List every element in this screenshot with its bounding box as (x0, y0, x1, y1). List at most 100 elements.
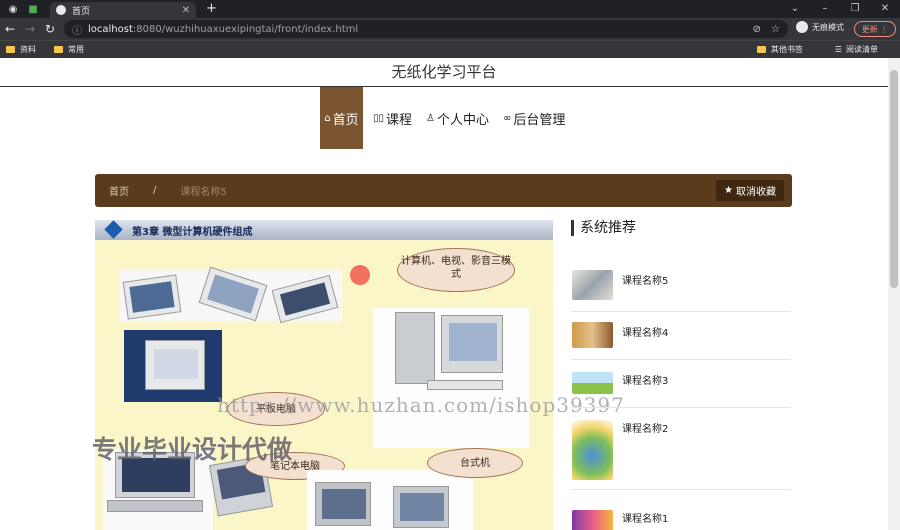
browser-tab-strip: ◉ ■ 首页 ✕ + ⌄ – ❐ ✕ (0, 0, 900, 18)
new-tab-button[interactable]: + (206, 1, 217, 16)
incognito-label: 无痕模式 (812, 22, 844, 32)
recommend-item[interactable]: 课程名称3 (571, 360, 791, 408)
bookmarks-bar: 资料 常用 其他书签 ☰ 阅读清单 (0, 40, 900, 58)
desktop-tower (395, 312, 435, 384)
slide-heading: 第3章 微型计算机硬件组成 (132, 227, 253, 238)
minimize-icon[interactable]: – (810, 0, 840, 18)
link-icon: ∞ (503, 112, 512, 124)
breadcrumb-current: 课程名称5 (180, 187, 227, 198)
watermark-overlay: 专业毕业设计代做 (92, 435, 293, 464)
address-bar-row: ← → ↻ ⓘ localhost :8080/wuzhihuaxuexipin… (0, 18, 900, 40)
incognito-indicator[interactable]: 无痕模式 (796, 21, 844, 33)
nav-profile[interactable]: ♙ 个人中心 (422, 87, 493, 149)
url-field[interactable]: ⓘ localhost :8080/wuzhihuaxuexipingtai/f… (64, 20, 788, 38)
url-path: :8080/wuzhihuaxuexipingtai/front/index.h… (132, 23, 359, 35)
callout-bubble: 台式机 (427, 448, 523, 478)
breadcrumb-separator: / (153, 185, 157, 196)
recommend-item[interactable]: 课程名称4 (571, 312, 791, 360)
course-name[interactable]: 课程名称3 (622, 372, 668, 387)
bookmark-folder-2[interactable]: 常用 (54, 44, 84, 55)
close-icon[interactable]: ✕ (182, 5, 190, 16)
home-icon: ⌂ (324, 112, 331, 124)
laptop-base (107, 500, 203, 512)
back-icon[interactable]: ← (0, 22, 20, 36)
callout-bubble: 计算机、电视、影音三模式 (397, 248, 515, 292)
unfavorite-label: 取消收藏 (736, 187, 776, 198)
keyboard (427, 380, 503, 390)
breadcrumb: 首页 / 课程名称5 ★ 取消收藏 (95, 174, 792, 207)
course-thumbnail[interactable] (572, 510, 613, 530)
recommend-item[interactable]: 课程名称5 (571, 250, 791, 312)
breadcrumb-home[interactable]: 首页 (109, 183, 129, 198)
browser-tab[interactable]: 首页 ✕ (50, 2, 196, 18)
reading-list-icon: ☰ (834, 45, 842, 54)
tab-title: 首页 (72, 6, 91, 17)
tablet-device (122, 274, 182, 320)
main-nav: ⌂ 首页 ▯▯ 课程 ♙ 个人中心 ∞ 后台管理 (320, 87, 575, 149)
desktop-monitor (315, 482, 371, 526)
bookmark-star-icon[interactable]: ☆ (771, 24, 780, 35)
folder-icon (54, 46, 63, 53)
nav-label: 后台管理 (513, 112, 566, 128)
book-icon: ▯▯ (373, 112, 385, 124)
folder-icon (6, 46, 15, 53)
bookmark-label: 常用 (68, 45, 84, 54)
callout-text: 计算机、电视、影音三模式 (401, 256, 511, 280)
bookmark-label: 资料 (20, 45, 36, 54)
update-button[interactable]: 更新 ⋮ (854, 21, 896, 37)
bookmark-label: 阅读清单 (846, 45, 878, 54)
info-icon[interactable]: ⓘ (72, 22, 82, 37)
nav-admin[interactable]: ∞ 后台管理 (499, 87, 569, 149)
recommend-item[interactable]: 课程名称2 (571, 408, 791, 490)
update-label: 更新 (861, 24, 878, 34)
window-controls: ⌄ – ❐ ✕ (780, 0, 900, 18)
bookmark-folder-1[interactable]: 资料 (6, 44, 36, 55)
forward-icon[interactable]: → (20, 22, 40, 36)
bookmark-label: 其他书签 (770, 45, 803, 54)
course-name[interactable]: 课程名称4 (622, 324, 668, 339)
course-cover-image: 第3章 微型计算机硬件组成 平板电脑 计算机、电视、影音三模式 笔记本电脑 台式… (95, 220, 553, 530)
tablet-device (145, 340, 205, 390)
course-thumbnail[interactable] (572, 322, 613, 348)
mouse-cursor-highlight (350, 265, 370, 285)
close-window-icon[interactable]: ✕ (870, 0, 900, 18)
page-content: 无纸化学习平台 ⌂ 首页 ▯▯ 课程 ♙ 个人中心 ∞ 后台管理 首页 / 课程… (0, 58, 888, 530)
chevron-down-icon[interactable]: ⌄ (780, 0, 810, 18)
eye-off-icon[interactable]: ⊘ (753, 24, 761, 35)
nav-label: 个人中心 (437, 112, 490, 128)
star-icon: ★ (724, 185, 733, 196)
incognito-icon (796, 21, 808, 33)
chrome-menu-icon[interactable]: ◉ (6, 2, 20, 16)
site-title: 无纸化学习平台 (0, 58, 888, 87)
user-icon: ♙ (426, 112, 435, 124)
url-host: localhost (88, 23, 133, 35)
restore-icon[interactable]: ❐ (840, 0, 870, 18)
nav-course[interactable]: ▯▯ 课程 (369, 87, 416, 149)
course-thumbnail[interactable] (572, 270, 613, 300)
slide-header: 第3章 微型计算机硬件组成 (95, 220, 553, 240)
page-scrollbar[interactable] (888, 58, 900, 530)
course-name[interactable]: 课程名称5 (622, 272, 668, 287)
nav-home[interactable]: ⌂ 首页 (320, 87, 363, 149)
globe-icon (56, 5, 66, 15)
tab-group-icon[interactable]: ■ (26, 2, 40, 16)
folder-icon (756, 46, 766, 53)
nav-label: 课程 (386, 112, 413, 128)
course-thumbnail[interactable] (572, 372, 613, 394)
nav-label: 首页 (332, 112, 359, 128)
diamond-icon (104, 220, 123, 239)
other-bookmarks[interactable]: 其他书签 (756, 44, 803, 55)
desktop-monitor (441, 315, 503, 373)
course-thumbnail[interactable] (572, 420, 613, 480)
callout-text: 台式机 (460, 458, 490, 469)
recommend-title: 系统推荐 (571, 220, 791, 236)
recommend-panel: 系统推荐 课程名称5 课程名称4 课程名称3 课程名称2 课程名称1 (571, 220, 791, 530)
recommend-item[interactable]: 课程名称1 (571, 490, 791, 530)
scrollbar-thumb[interactable] (890, 70, 898, 288)
course-name[interactable]: 课程名称1 (622, 510, 668, 525)
reading-list[interactable]: ☰ 阅读清单 (835, 44, 878, 55)
desktop-monitor (393, 486, 449, 528)
course-name[interactable]: 课程名称2 (622, 420, 668, 435)
reload-icon[interactable]: ↻ (40, 22, 60, 36)
unfavorite-button[interactable]: ★ 取消收藏 (716, 180, 784, 201)
